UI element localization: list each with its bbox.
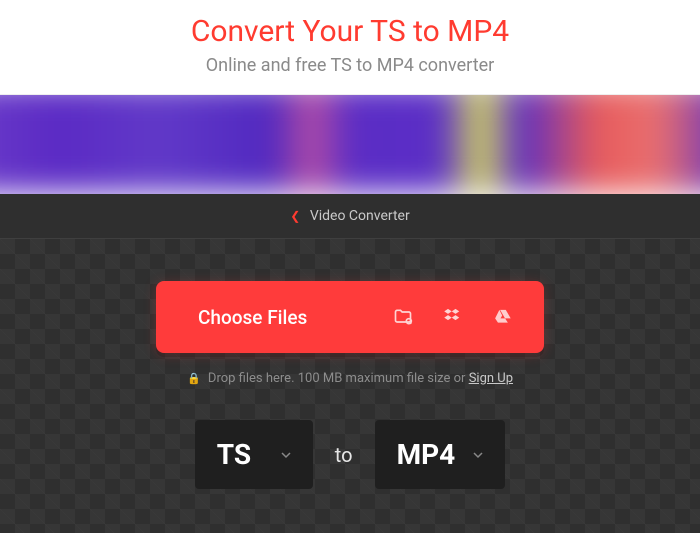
chevron-down-icon — [281, 450, 291, 460]
format-row: TS to MP4 — [0, 420, 700, 489]
source-format-select[interactable]: TS — [195, 420, 313, 489]
breadcrumb-label: Video Converter — [310, 208, 410, 224]
ad-banner-blur — [0, 95, 700, 193]
format-separator: to — [335, 443, 353, 467]
page-header: Convert Your TS to MP4 Online and free T… — [0, 0, 700, 95]
page-title: Convert Your TS to MP4 — [0, 14, 700, 49]
folder-search-icon[interactable] — [392, 306, 414, 328]
signup-link[interactable]: Sign Up — [469, 371, 513, 386]
choose-files-button[interactable]: Choose Files — [156, 281, 544, 353]
target-format-label: MP4 — [397, 438, 456, 471]
drop-hint: 🔒 Drop files here. 100 MB maximum file s… — [0, 371, 700, 386]
converter-panel: ❮ Video Converter Choose Files — [0, 194, 700, 533]
ad-banner — [0, 95, 700, 194]
source-format-label: TS — [217, 438, 251, 471]
lock-icon: 🔒 — [187, 372, 201, 385]
page-subtitle: Online and free TS to MP4 converter — [0, 55, 700, 76]
dropbox-icon[interactable] — [442, 306, 464, 328]
drop-hint-text: Drop files here. 100 MB maximum file siz… — [208, 371, 469, 386]
breadcrumb[interactable]: ❮ Video Converter — [0, 194, 700, 239]
target-format-select[interactable]: MP4 — [375, 420, 506, 489]
choose-files-label: Choose Files — [156, 306, 392, 329]
google-drive-icon[interactable] — [492, 306, 514, 328]
upload-source-icons — [392, 306, 544, 328]
chevron-down-icon — [473, 450, 483, 460]
chevron-left-icon: ❮ — [290, 209, 300, 223]
